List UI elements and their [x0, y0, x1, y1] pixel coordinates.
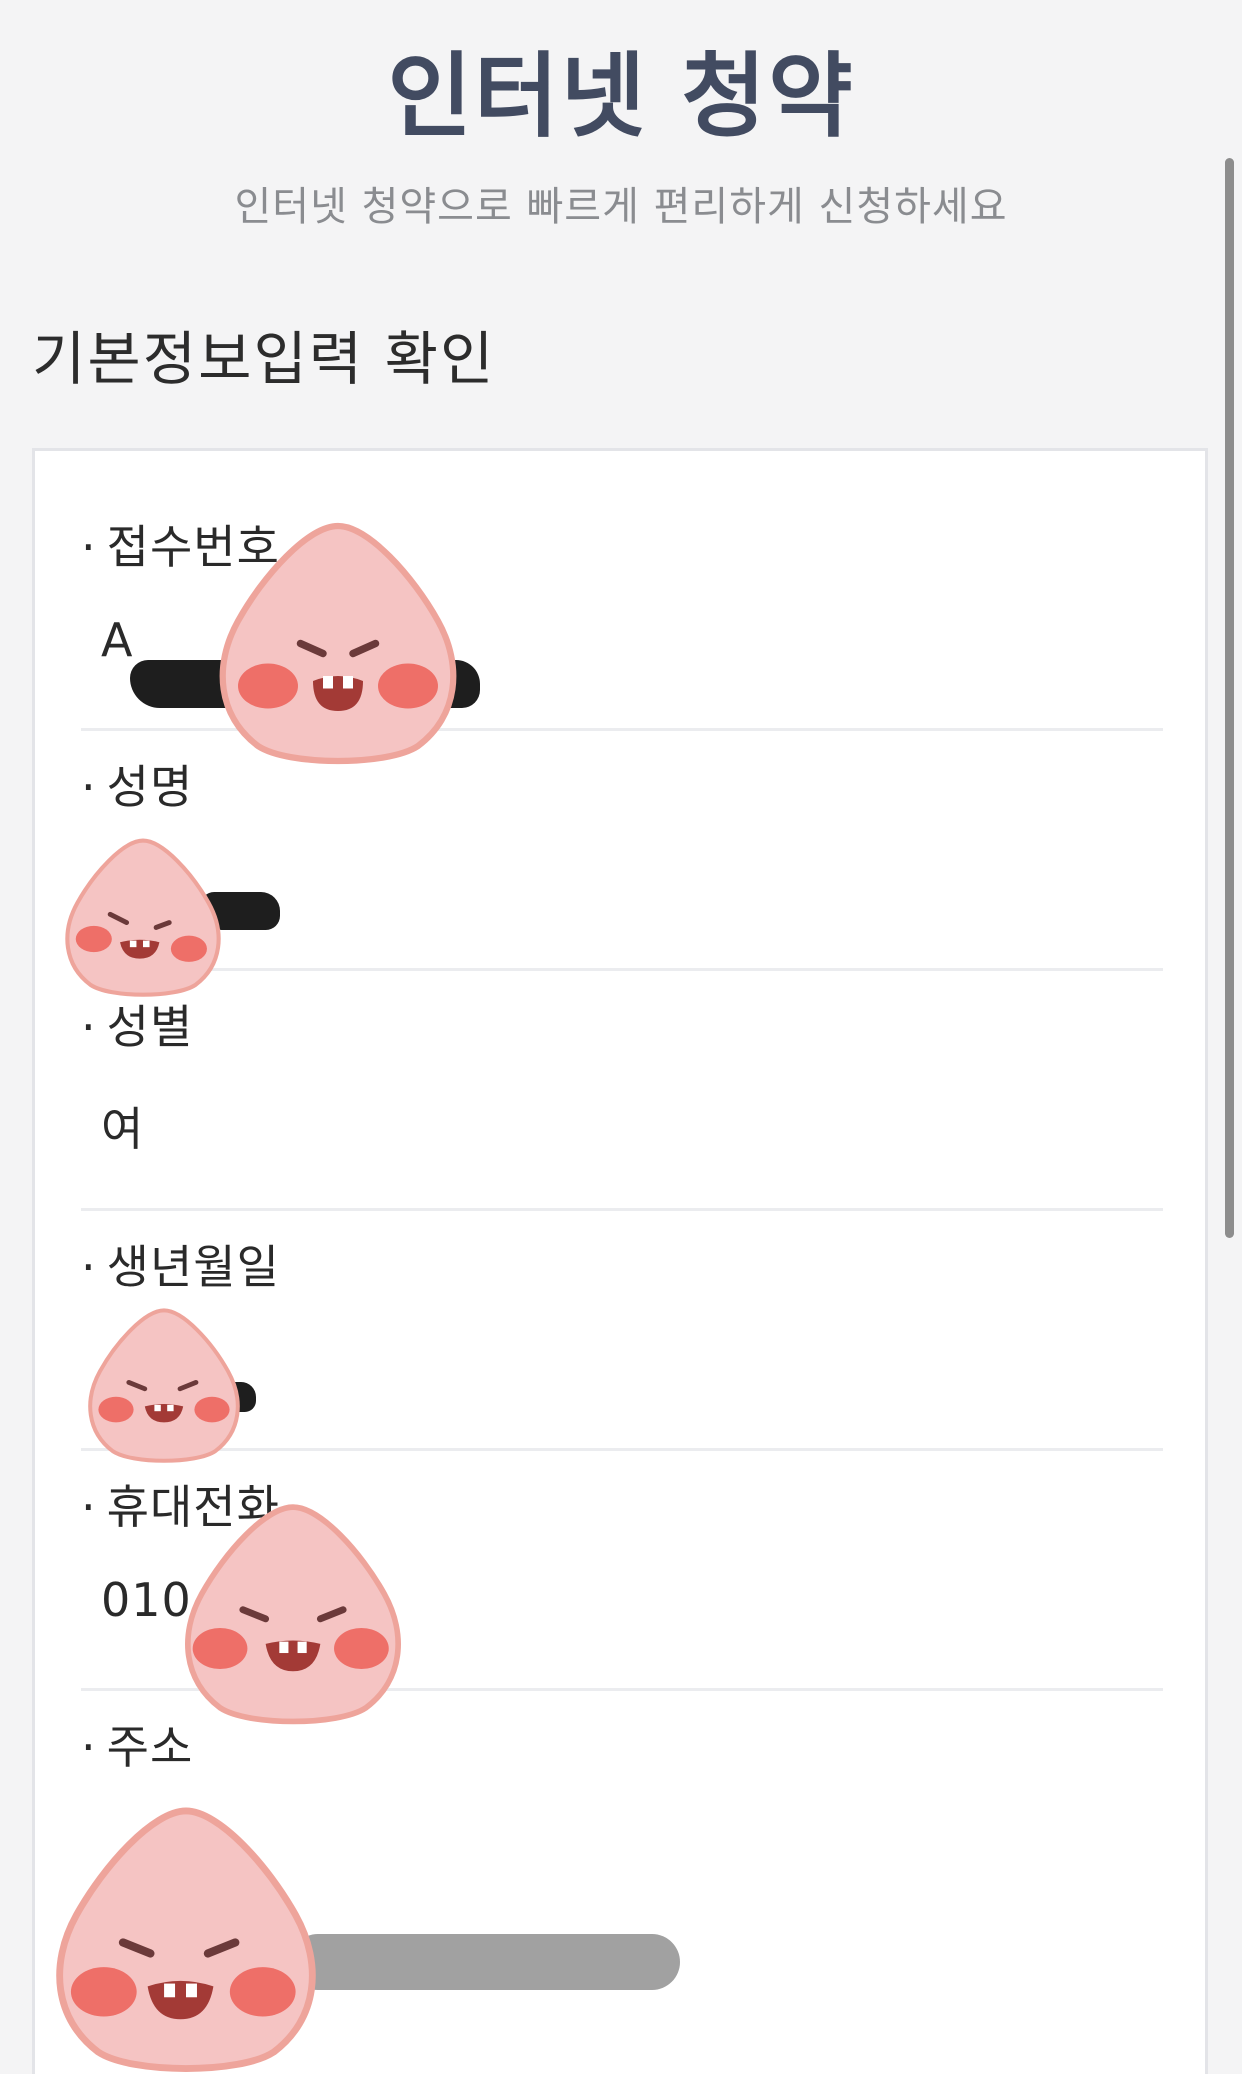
field-value: 여	[101, 1102, 145, 1156]
peach-sticker-icon	[65, 838, 221, 997]
page: 인터넷 청약 인터넷 청약으로 빠르게 편리하게 신청하세요 기본정보입력 확인…	[0, 0, 1242, 2074]
field-name: · 성명	[81, 731, 1163, 971]
field-gender: · 성별 여	[81, 971, 1163, 1211]
page-subtitle: 인터넷 청약으로 빠르게 편리하게 신청하세요	[234, 184, 1008, 230]
section-title: 기본정보입력 확인	[32, 325, 496, 393]
peach-sticker-icon	[185, 1504, 401, 1725]
redaction-scribble	[290, 1934, 680, 1990]
page-title: 인터넷 청약	[387, 43, 855, 150]
scrollbar[interactable]	[1225, 158, 1234, 1238]
field-label: · 성명	[81, 760, 194, 814]
peach-sticker-icon	[88, 1308, 240, 1463]
field-label: · 성별	[81, 1000, 194, 1054]
field-label: · 생년월일	[81, 1240, 280, 1294]
field-value: A	[101, 613, 134, 667]
peach-sticker-icon	[219, 522, 457, 765]
peach-sticker-icon	[56, 1807, 316, 2072]
